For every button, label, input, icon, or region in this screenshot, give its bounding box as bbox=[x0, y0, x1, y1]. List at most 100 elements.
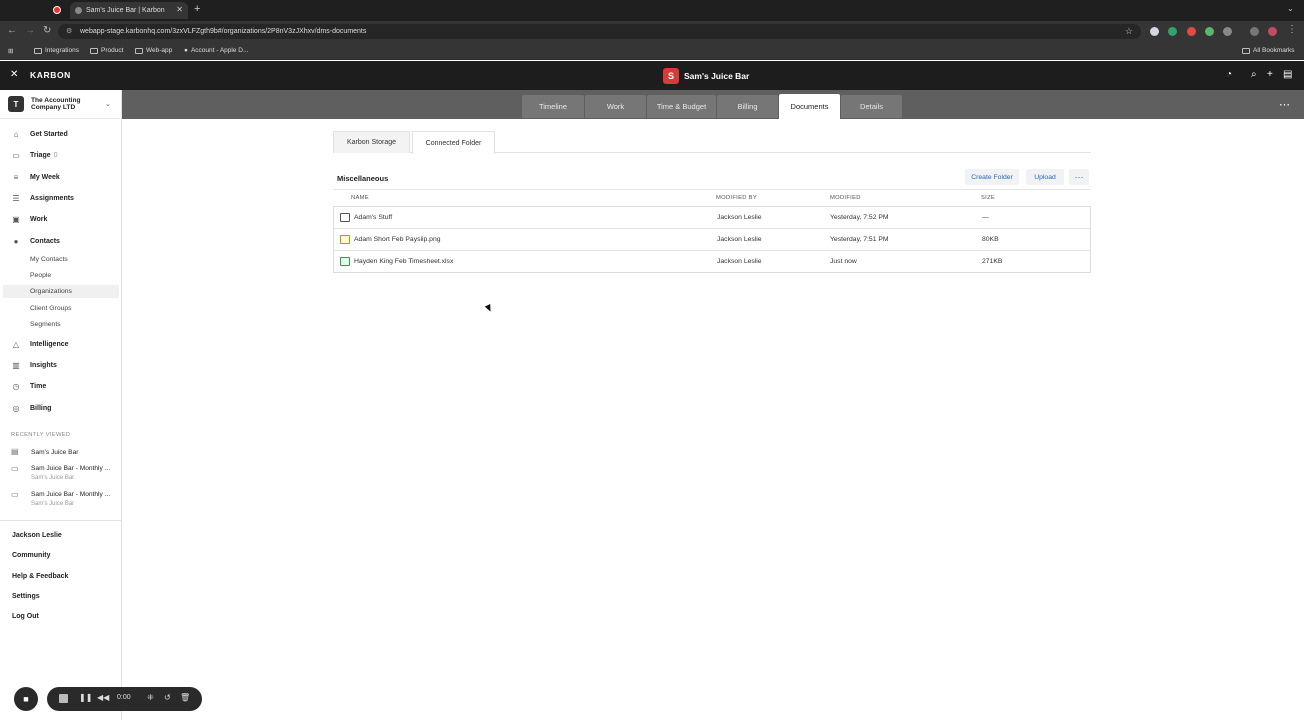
tab-close-icon[interactable]: ✕ bbox=[176, 5, 183, 14]
stop-icon[interactable] bbox=[59, 694, 68, 703]
new-tab-icon[interactable]: + bbox=[194, 3, 200, 15]
upload-button[interactable]: Upload bbox=[1026, 169, 1064, 185]
settings-link[interactable]: Settings bbox=[12, 593, 40, 600]
file-name[interactable]: Adam Short Feb Payslip.png bbox=[354, 236, 441, 243]
mouse-cursor-icon bbox=[484, 304, 494, 313]
sidebar-item-my-week[interactable]: ≡ My Week bbox=[0, 169, 122, 185]
folder-icon bbox=[135, 47, 143, 54]
modified-by: Jackson Leslie bbox=[717, 258, 762, 265]
modified-date: Yesterday, 7:52 PM bbox=[830, 214, 889, 221]
help-feedback-link[interactable]: Help & Feedback bbox=[12, 573, 68, 580]
pause-icon[interactable]: ❚❚ bbox=[79, 693, 92, 702]
sidebar-item-get-started[interactable]: ⌂ Get Started bbox=[0, 126, 122, 142]
extensions-puzzle-icon[interactable] bbox=[1223, 27, 1232, 36]
url-text: webapp-stage.karbonhq.com/3zxVLFZgth9b#/… bbox=[80, 28, 367, 35]
close-icon[interactable]: ✕ bbox=[10, 69, 18, 80]
extension-icon[interactable] bbox=[1187, 27, 1196, 36]
sidebar-item-work[interactable]: ▣ Work bbox=[0, 211, 122, 227]
more-options-icon[interactable]: ⋯ bbox=[1279, 98, 1290, 111]
browser-menu-icon[interactable]: ⋮ bbox=[1287, 24, 1297, 35]
tab-connected-folder[interactable]: Connected Folder bbox=[412, 131, 495, 154]
recent-item[interactable]: ▤ Sam's Juice Bar bbox=[0, 447, 122, 459]
reload-icon[interactable]: ↻ bbox=[43, 25, 51, 36]
panel-icon[interactable]: ▤ bbox=[1283, 69, 1292, 80]
column-header-modified-by[interactable]: MODIFIED BY bbox=[716, 195, 757, 201]
billing-icon: ◎ bbox=[12, 403, 20, 413]
tab-details[interactable]: Details bbox=[841, 95, 902, 118]
bookmark-account-apple[interactable]: ● Account - Apple D... bbox=[184, 47, 248, 54]
list-icon: ≡ bbox=[13, 172, 19, 182]
column-header-modified[interactable]: MODIFIED bbox=[830, 195, 861, 201]
chevron-down-icon[interactable]: ⌄ bbox=[105, 100, 111, 108]
recent-item[interactable]: ▭ Sam Juice Bar - Monthly ... Sam's Juic… bbox=[0, 490, 122, 510]
sidebar-subitem-people[interactable]: People bbox=[0, 269, 122, 282]
rewind-icon[interactable]: ◀◀ bbox=[97, 693, 109, 702]
add-icon[interactable]: + bbox=[1267, 69, 1273, 80]
company-name: The Accounting Company LTD bbox=[31, 97, 81, 111]
extension-icon[interactable] bbox=[1150, 27, 1159, 36]
back-icon[interactable]: ← bbox=[7, 25, 17, 36]
sidebar-item-contacts[interactable]: ● Contacts bbox=[0, 233, 122, 249]
forward-icon[interactable]: → bbox=[25, 25, 35, 36]
table-row[interactable]: Adam Short Feb Payslip.png Jackson Lesli… bbox=[334, 229, 1090, 251]
modified-by: Jackson Leslie bbox=[717, 214, 762, 221]
sidebar-subitem-segments[interactable]: Segments bbox=[0, 318, 122, 331]
trash-icon[interactable]: 🗑 bbox=[180, 693, 190, 702]
file-size: — bbox=[982, 214, 989, 221]
create-folder-button[interactable]: Create Folder bbox=[965, 169, 1019, 185]
log-out-link[interactable]: Log Out bbox=[12, 613, 39, 620]
restart-icon[interactable]: ↺ bbox=[164, 693, 171, 702]
column-header-size[interactable]: SIZE bbox=[981, 195, 995, 201]
all-bookmarks[interactable]: All Bookmarks bbox=[1242, 47, 1295, 54]
tab-title: Sam's Juice Bar | Karbon bbox=[86, 7, 165, 14]
site-info-icon[interactable]: ⚙ bbox=[66, 27, 72, 35]
community-link[interactable]: Community bbox=[12, 552, 51, 559]
profile-avatar[interactable] bbox=[1268, 27, 1277, 36]
triage-count: 0 bbox=[53, 151, 58, 159]
extension-icon[interactable] bbox=[1168, 27, 1177, 36]
sidebar-item-billing[interactable]: ◎ Billing bbox=[0, 400, 122, 416]
person-icon: ● bbox=[13, 236, 19, 246]
more-actions-button[interactable]: ··· bbox=[1069, 169, 1089, 185]
file-name[interactable]: Adam's Stuff bbox=[354, 214, 392, 221]
recent-item[interactable]: ▭ Sam Juice Bar - Monthly ... Sam's Juic… bbox=[0, 464, 122, 484]
user-name[interactable]: Jackson Leslie bbox=[12, 532, 62, 539]
extension-icon[interactable] bbox=[1205, 27, 1214, 36]
image-file-icon bbox=[340, 235, 350, 244]
search-icon[interactable]: ⌕ bbox=[1251, 69, 1257, 80]
grid-icon[interactable]: ⁜ bbox=[147, 693, 154, 702]
recording-timer: 0:00 bbox=[117, 694, 131, 701]
bookmark-integrations[interactable]: Integrations bbox=[34, 47, 79, 54]
timer-icon[interactable]: ◔ bbox=[1226, 69, 1232, 80]
sidebar-subitem-my-contacts[interactable]: My Contacts bbox=[0, 253, 122, 266]
sidebar-item-intelligence[interactable]: △ Intelligence bbox=[0, 336, 122, 352]
column-header-name[interactable]: NAME bbox=[351, 195, 369, 201]
bookmark-product[interactable]: Product bbox=[90, 47, 123, 54]
sidebar-subitem-organizations[interactable]: Organizations bbox=[3, 285, 119, 298]
tab-karbon-storage[interactable]: Karbon Storage bbox=[333, 131, 410, 153]
file-name[interactable]: Hayden King Feb Timesheet.xlsx bbox=[354, 258, 453, 265]
folder-icon bbox=[90, 47, 98, 54]
tab-groups-icon[interactable] bbox=[1250, 27, 1259, 36]
table-row[interactable]: Adam's Stuff Jackson Leslie Yesterday, 7… bbox=[334, 207, 1090, 229]
sidebar-item-time[interactable]: ◷ Time bbox=[0, 378, 122, 394]
table-row[interactable]: Hayden King Feb Timesheet.xlsx Jackson L… bbox=[334, 251, 1090, 273]
tab-work[interactable]: Work bbox=[585, 95, 646, 118]
tab-time-budget[interactable]: Time & Budget bbox=[647, 95, 716, 118]
bookmark-star-icon[interactable]: ☆ bbox=[1125, 26, 1133, 37]
tab-documents[interactable]: Documents bbox=[779, 94, 840, 119]
folder-icon bbox=[1242, 47, 1250, 54]
app-header bbox=[0, 61, 1304, 90]
sidebar-item-insights[interactable]: ▥ Insights bbox=[0, 357, 122, 373]
tab-timeline[interactable]: Timeline bbox=[522, 95, 584, 118]
tab-billing[interactable]: Billing bbox=[717, 95, 778, 118]
address-bar[interactable]: ⚙ webapp-stage.karbonhq.com/3zxVLFZgth9b… bbox=[58, 24, 1141, 39]
sidebar-item-triage[interactable]: ▭ Triage 0 bbox=[0, 147, 122, 163]
tab-search-chevron-icon[interactable]: ⌄ bbox=[1287, 4, 1294, 13]
camera-icon[interactable]: ■ bbox=[14, 687, 38, 711]
sidebar-item-assignments[interactable]: ☰ Assignments bbox=[0, 190, 122, 206]
browser-tab-active[interactable]: Sam's Juice Bar | Karbon ✕ bbox=[70, 2, 188, 19]
sidebar-subitem-client-groups[interactable]: Client Groups bbox=[0, 302, 122, 315]
apps-grid-icon[interactable]: ⊞ bbox=[8, 47, 13, 55]
bookmark-web-app[interactable]: Web-app bbox=[135, 47, 172, 54]
